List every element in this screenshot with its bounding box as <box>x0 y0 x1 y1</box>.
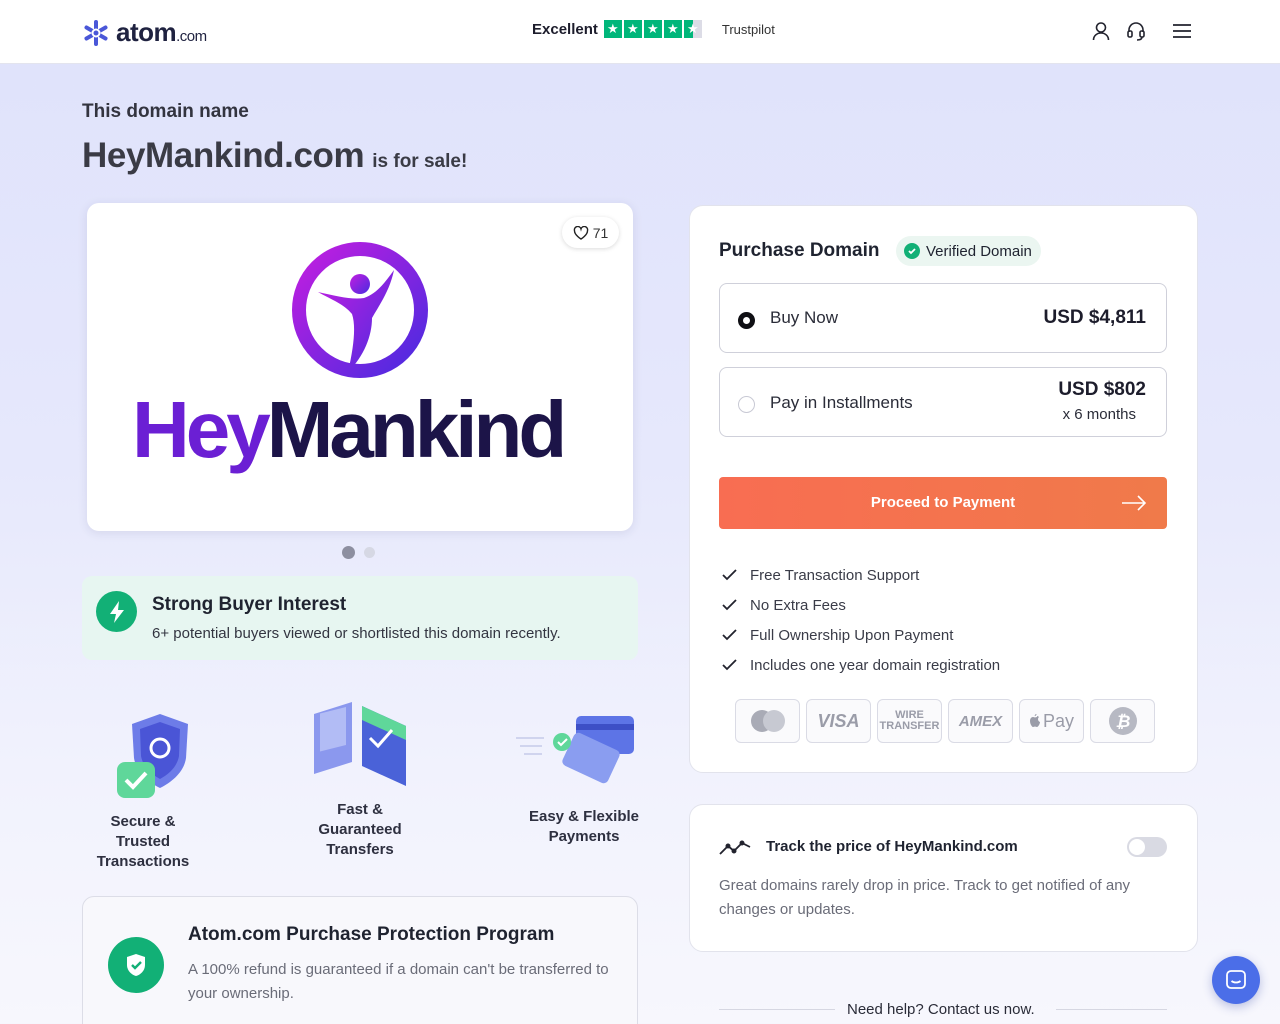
logo-suffix: .com <box>176 28 207 45</box>
logo-text: atom <box>116 17 177 47</box>
apple-pay-label: Pay <box>1042 710 1075 731</box>
feature-transfer-line1: Fast & <box>337 801 383 818</box>
proceed-label: Proceed to Payment <box>870 494 1016 511</box>
option-installments[interactable]: Pay in Installments USD $802 x 6 months <box>719 367 1167 437</box>
atom-logo-icon <box>84 19 108 46</box>
visa-icon: VISA <box>806 699 871 743</box>
feature-transfer: Fast & Guaranteed Transfers <box>300 800 420 860</box>
mastercard-icon <box>735 699 800 743</box>
feature-payments: Easy & Flexible Payments <box>524 807 644 847</box>
benefit-item: Full Ownership Upon Payment <box>722 620 1000 650</box>
star-icon: ★ <box>663 20 682 38</box>
site-header: atom.com Excellent ★ ★ ★ ★ ★ Trustpilot <box>0 0 1280 64</box>
carousel-dots <box>342 546 375 559</box>
bitcoin-icon: ₿ <box>1090 699 1155 743</box>
brand-wordmark: HeyMankind <box>132 384 567 476</box>
svg-text:₿: ₿ <box>1115 712 1130 732</box>
chat-icon <box>1226 970 1246 989</box>
protection-title: Atom.com Purchase Protection Program <box>188 924 555 945</box>
track-price-text: Great domains rarely drop in price. Trac… <box>719 877 1131 918</box>
page-title: HeyMankind.com is for sale! <box>82 136 467 176</box>
verified-badge: Verified Domain <box>896 236 1041 266</box>
domain-name: HeyMankind.com <box>82 136 365 175</box>
trust-rating-label: Excellent <box>532 20 598 38</box>
transfer-folders-icon <box>314 702 406 786</box>
amex-icon: AMEX <box>948 699 1013 743</box>
like-button[interactable]: 71 <box>562 217 619 248</box>
feature-secure-line1: Secure & Trusted <box>110 813 176 850</box>
track-price-title: Track the price of HeyMankind.com <box>766 838 1018 855</box>
star-icon: ★ <box>603 20 622 38</box>
feature-payments-line2: Payments <box>548 828 620 845</box>
apple-pay-icon: Pay <box>1019 699 1084 743</box>
buy-now-price: USD $4,811 <box>1043 307 1146 328</box>
protection-shield-icon <box>108 937 164 993</box>
trustpilot-brand: Trustpilot <box>721 21 775 37</box>
carousel-dot-active[interactable] <box>342 546 355 559</box>
buy-now-radio[interactable] <box>738 312 755 329</box>
trust-stars: ★ ★ ★ ★ ★ <box>603 20 702 38</box>
benefit-label: Includes one year domain registration <box>750 656 1001 674</box>
check-icon <box>722 599 737 611</box>
lightning-icon <box>96 591 137 632</box>
buyer-interest-banner <box>82 576 638 660</box>
feature-payments-line1: Easy & Flexible <box>528 808 640 825</box>
benefit-item: Includes one year domain registration <box>722 650 1000 680</box>
installments-radio[interactable] <box>738 396 755 413</box>
track-price-toggle[interactable] <box>1127 837 1167 857</box>
trustpilot-rating[interactable]: Excellent ★ ★ ★ ★ ★ Trustpilot <box>532 20 775 38</box>
payment-methods: VISA WIRE TRANSFER AMEX Pay ₿ <box>735 699 1155 743</box>
option-buy-now[interactable]: Buy Now USD $4,811 <box>719 283 1167 353</box>
chat-button[interactable] <box>1212 956 1260 1004</box>
brand-word-mankind: Mankind <box>266 385 567 474</box>
payment-cards-icon <box>516 716 634 784</box>
feature-transfer-line2: Guaranteed <box>318 821 402 838</box>
buyer-interest-text: 6+ potential buyers viewed or shortliste… <box>152 625 561 642</box>
feature-secure: Secure & Trusted Transactions <box>83 812 203 872</box>
carousel-dot[interactable] <box>364 547 375 558</box>
buyer-interest-title: Strong Buyer Interest <box>152 594 347 615</box>
protection-text: A 100% refund is guaranteed if a domain … <box>188 961 609 1002</box>
proceed-to-payment-button[interactable]: Proceed to Payment <box>719 477 1167 529</box>
verified-label: Verified Domain <box>926 242 1032 260</box>
for-sale-label: is for sale! <box>372 151 468 172</box>
purchase-title: Purchase Domain <box>719 240 880 261</box>
installments-term: x 6 months <box>1062 406 1136 423</box>
benefits-list: Free Transaction Support No Extra Fees F… <box>722 560 1000 680</box>
heart-icon <box>573 225 588 240</box>
check-icon <box>722 659 737 671</box>
benefit-label: No Extra Fees <box>750 596 846 614</box>
atom-logo[interactable]: atom.com <box>82 17 207 48</box>
help-link[interactable]: Need help? Contact us now. <box>847 1001 1035 1018</box>
divider <box>1056 1009 1167 1010</box>
installments-label: Pay in Installments <box>770 393 913 412</box>
trend-line-icon <box>719 840 751 855</box>
menu-icon[interactable] <box>1171 20 1193 42</box>
apple-icon <box>1029 714 1040 727</box>
secure-shield-icon <box>117 714 188 798</box>
star-icon: ★ <box>623 20 642 38</box>
star-icon: ★ <box>643 20 662 38</box>
feature-secure-line2: Transactions <box>96 853 190 870</box>
benefit-label: Full Ownership Upon Payment <box>750 626 954 644</box>
buy-now-label: Buy Now <box>770 308 839 327</box>
brand-emblem-icon <box>292 242 428 378</box>
benefit-item: Free Transaction Support <box>722 560 1000 590</box>
benefit-label: Free Transaction Support <box>750 566 920 584</box>
benefit-item: No Extra Fees <box>722 590 1000 620</box>
feature-transfer-line3: Transfers <box>326 841 394 858</box>
brand-word-hey: Hey <box>132 385 271 474</box>
check-icon <box>722 569 737 581</box>
domain-eyebrow: This domain name <box>82 101 249 122</box>
arrow-right-icon <box>1122 495 1147 511</box>
verified-check-icon <box>904 243 920 259</box>
headset-icon[interactable] <box>1125 20 1147 42</box>
half-star-icon: ★ <box>683 20 702 38</box>
check-icon <box>722 629 737 641</box>
user-icon[interactable] <box>1090 20 1112 42</box>
wire-transfer-icon: WIRE TRANSFER <box>877 699 942 743</box>
installments-price: USD $802 <box>1058 379 1146 400</box>
divider <box>719 1009 835 1010</box>
like-count: 71 <box>592 224 609 241</box>
